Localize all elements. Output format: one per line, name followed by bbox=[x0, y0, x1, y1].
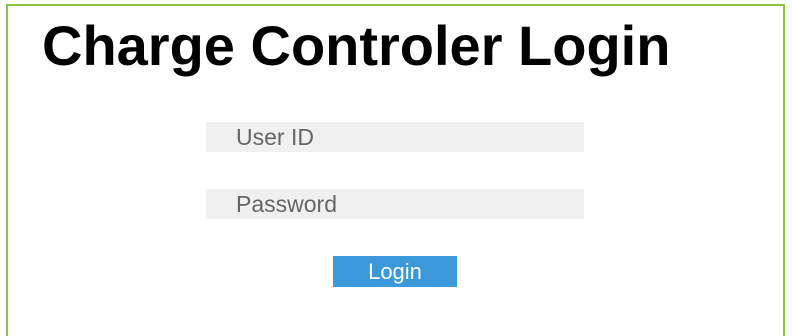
page-title: Charge Controler Login bbox=[42, 14, 671, 77]
login-button[interactable]: Login bbox=[333, 256, 457, 287]
password-input[interactable] bbox=[206, 189, 584, 219]
user-id-input[interactable] bbox=[206, 122, 584, 152]
